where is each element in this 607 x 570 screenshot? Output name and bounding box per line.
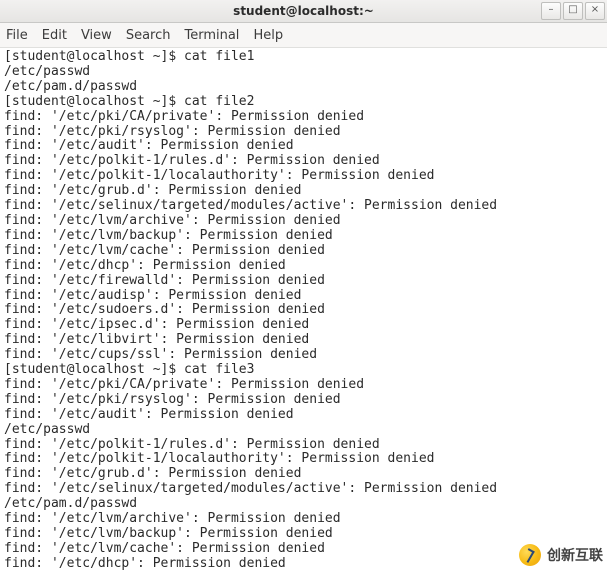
menu-view[interactable]: View bbox=[81, 28, 112, 43]
close-button[interactable]: × bbox=[585, 2, 605, 20]
menu-search[interactable]: Search bbox=[126, 28, 171, 43]
window-titlebar: student@localhost:~ – □ × bbox=[0, 0, 607, 23]
menu-file[interactable]: File bbox=[6, 28, 28, 43]
minimize-button[interactable]: – bbox=[541, 2, 561, 20]
window-title: student@localhost:~ bbox=[233, 4, 374, 18]
window-controls: – □ × bbox=[541, 2, 605, 20]
menu-bar: File Edit View Search Terminal Help bbox=[0, 23, 607, 48]
watermark-text: 创新互联 bbox=[547, 545, 603, 565]
watermark-logo-icon bbox=[519, 544, 541, 566]
menu-terminal[interactable]: Terminal bbox=[184, 28, 239, 43]
menu-help[interactable]: Help bbox=[253, 28, 283, 43]
watermark: 创新互联 bbox=[519, 544, 603, 566]
terminal-output[interactable]: [student@localhost ~]$ cat file1 /etc/pa… bbox=[0, 48, 607, 570]
menu-edit[interactable]: Edit bbox=[42, 28, 67, 43]
maximize-button[interactable]: □ bbox=[563, 2, 583, 20]
